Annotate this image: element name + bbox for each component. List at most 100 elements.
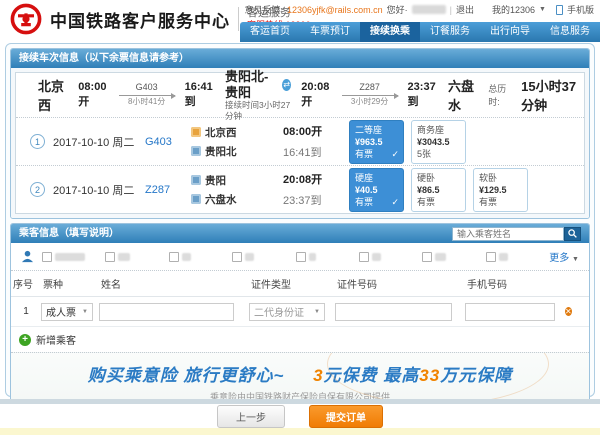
add-passenger-button[interactable]: + 新增乘客 <box>11 327 589 352</box>
leg2-arrow: Z287 3小时29分 <box>342 83 398 107</box>
train1-arrive-time: 16:41到 <box>283 144 345 160</box>
transfer-swap-icon: ⇄ <box>282 79 291 91</box>
train2-number-link[interactable]: Z287 <box>145 184 191 196</box>
passenger-checkbox[interactable] <box>359 252 369 262</box>
transfer-panel-title: 接续车次信息（以下余票信息请参考） <box>19 49 189 68</box>
passenger-name-redacted <box>245 253 254 261</box>
delete-passenger-icon[interactable]: ✕ <box>565 307 572 316</box>
seat-option-hard-sleeper[interactable]: 硬卧 ¥86.5 有票 <box>411 168 466 212</box>
train1-number-link[interactable]: G403 <box>145 136 191 148</box>
search-button[interactable] <box>564 227 581 241</box>
transfer-stations: 贵阳北-贵阳 <box>225 69 278 100</box>
passenger-table: 序号 票种 姓名 证件类型 证件号码 手机号码 1 成人票▼ 二代身份证▼ ✕ <box>11 270 589 352</box>
seat-option-hard-seat[interactable]: 硬座 ¥40.5 有票 ✓ <box>349 168 404 212</box>
passenger-table-header: 序号 票种 姓名 证件类型 证件号码 手机号码 <box>11 271 589 297</box>
transfer-note: 接续时间3小时27分钟 <box>225 100 291 120</box>
site-title: 中国铁路客户服务中心 <box>50 7 230 32</box>
col-phone: 手机号码 <box>465 271 565 296</box>
feedback-email-link[interactable]: 12306yjfk@rails.com.cn <box>287 5 383 15</box>
checkmark-icon: ✓ <box>391 196 399 208</box>
seat-option-soft-sleeper[interactable]: 软卧 ¥129.5 有票 <box>473 168 528 212</box>
transfer-block: 贵阳北-贵阳 ⇄ 接续时间3小时27分钟 <box>225 69 291 121</box>
passenger-checkbox[interactable] <box>169 252 179 262</box>
seat-option-second-class[interactable]: 二等座 ¥963.5 有票 ✓ <box>349 120 404 164</box>
passenger-name-redacted <box>499 253 508 261</box>
phone-field[interactable] <box>465 303 555 321</box>
arrive-time-2: 23:37到 <box>408 81 438 109</box>
mobile-phone-icon <box>556 5 563 15</box>
total-duration-value: 15小时37分钟 <box>521 76 584 114</box>
promo-headline: 购买乘意险 旅行更舒心~ 3元保费 最高33万元保障 <box>11 361 589 386</box>
title-divider <box>238 7 239 31</box>
passenger-name-redacted <box>372 253 381 261</box>
ticket-type-select[interactable]: 成人票▼ <box>41 303 93 321</box>
utility-bar: 意见反馈: 12306yjfk@rails.com.cn 您好· | 退出 我的… <box>244 3 594 16</box>
train2-arrive-time: 23:37到 <box>283 192 345 208</box>
separator: | <box>450 5 452 15</box>
train2-to: 六盘水 <box>205 192 237 207</box>
passenger-checkbox[interactable] <box>105 252 115 262</box>
nav-tab-transfer[interactable]: 接续换乘 <box>360 22 420 42</box>
nav-tab-home[interactable]: 客运首页 <box>240 22 300 42</box>
leg1-duration: 8小时41分 <box>128 98 165 107</box>
nav-tab-meal[interactable]: 订餐服务 <box>420 22 480 42</box>
leg1-arrow: G403 8小时41分 <box>119 83 175 107</box>
passenger-name-redacted <box>182 253 191 261</box>
mobile-version-link[interactable]: 手机版 <box>567 3 594 16</box>
row-seq: 1 <box>11 306 41 317</box>
train1-from: 北京西 <box>205 125 237 140</box>
itinerary-box: 北京西 08:00开 G403 8小时41分 16:41到 贵阳北-贵阳 ⇄ 接… <box>15 72 585 214</box>
passenger-panel: 乘客信息（填写说明） <box>10 223 590 411</box>
id-number-field[interactable] <box>335 303 452 321</box>
leg1-train-no: G403 <box>136 83 158 93</box>
train2-date: 2017-10-10 周二 <box>53 182 145 198</box>
passenger-checkbox[interactable] <box>296 252 306 262</box>
train-row-1: 1 2017-10-10 周二 G403 北京西 贵阳北 08:00开 16:4… <box>16 117 584 165</box>
submit-order-button[interactable]: 提交订单 <box>309 405 383 428</box>
add-passenger-label: 新增乘客 <box>36 332 76 347</box>
passenger-name-redacted <box>55 253 85 261</box>
leg2-duration: 3小时29分 <box>351 98 388 107</box>
person-icon <box>21 250 34 263</box>
passenger-name-redacted <box>435 253 446 261</box>
checkmark-icon: ✓ <box>391 148 399 160</box>
train1-to: 贵阳北 <box>205 144 237 159</box>
passenger-checkbox[interactable] <box>232 252 242 262</box>
seat-option-business-class[interactable]: 商务座 ¥3043.5 5张 <box>411 120 466 164</box>
page-header: 中国铁路客户服务中心 客运服务 客服热线:12306 意见反馈: 12306yj… <box>0 0 600 42</box>
my12306-menu[interactable]: 我的12306 <box>492 3 535 16</box>
back-button[interactable]: 上一步 <box>217 405 285 428</box>
train1-depart-time: 08:00开 <box>283 123 345 139</box>
transfer-panel-header: 接续车次信息（以下余票信息请参考） <box>11 49 589 68</box>
search-icon <box>568 229 577 238</box>
col-id-number: 证件号码 <box>335 271 465 296</box>
train2-depart-time: 20:08开 <box>283 171 345 187</box>
departure-station-icon <box>191 175 201 185</box>
col-seq: 序号 <box>11 271 41 296</box>
passenger-checkbox[interactable] <box>486 252 496 262</box>
col-name: 姓名 <box>99 271 249 296</box>
passenger-checkbox[interactable] <box>422 252 432 262</box>
journey-summary: 北京西 08:00开 G403 8小时41分 16:41到 贵阳北-贵阳 ⇄ 接… <box>16 73 584 117</box>
main-nav: 客运首页 车票预订 接续换乘 订餐服务 出行向导 信息服务 <box>240 22 600 42</box>
nav-tab-booking[interactable]: 车票预订 <box>300 22 360 42</box>
col-id-type: 证件类型 <box>249 271 335 296</box>
name-field[interactable] <box>99 303 234 321</box>
nav-tab-guide[interactable]: 出行向导 <box>480 22 540 42</box>
arrival-station-icon <box>191 146 201 156</box>
passenger-search-input[interactable] <box>452 227 564 241</box>
passenger-checkbox[interactable] <box>42 252 52 262</box>
destination-station: 六盘水 <box>448 76 478 114</box>
origin-station: 北京西 <box>38 76 68 114</box>
train1-date: 2017-10-10 周二 <box>53 134 145 150</box>
transfer-panel: 接续车次信息（以下余票信息请参考） 北京西 08:00开 G403 8小时41分… <box>10 48 590 219</box>
departure-station-icon <box>191 127 201 137</box>
id-type-select[interactable]: 二代身份证▼ <box>249 303 325 321</box>
leg2-train-no: Z287 <box>359 83 380 93</box>
depart-time-2: 20:08开 <box>301 81 331 109</box>
logout-link[interactable]: 退出 <box>456 3 474 16</box>
plus-icon: + <box>19 334 31 346</box>
passenger-panel-title: 乘客信息（填写说明） <box>19 224 119 243</box>
nav-tab-info[interactable]: 信息服务 <box>540 22 600 42</box>
more-passengers-link[interactable]: 更多 ▼ <box>549 249 579 264</box>
